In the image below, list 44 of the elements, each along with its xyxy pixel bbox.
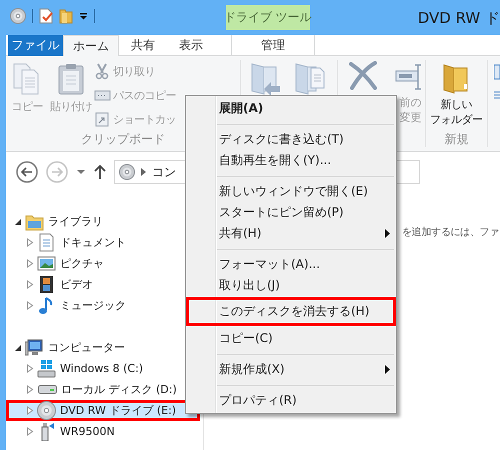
- shortcut-icon: [94, 110, 111, 128]
- ribbon-tab[interactable]: 表示: [167, 35, 215, 56]
- menu-item[interactable]: 取り出し(J): [186, 275, 396, 296]
- breadcrumb[interactable]: コン: [152, 164, 176, 180]
- disc-icon: [37, 401, 57, 420]
- window-title: DVD RW ド: [418, 9, 500, 28]
- disc-icon: [119, 164, 135, 180]
- forward-icon[interactable]: [46, 161, 68, 183]
- picture-icon: [37, 254, 57, 273]
- scissors-icon: [94, 62, 111, 80]
- menu-item[interactable]: ディスクに書き込む(T): [186, 129, 396, 150]
- windows-drive-icon: [37, 359, 57, 378]
- chevron-icon[interactable]: [141, 168, 146, 176]
- dropdown-icon[interactable]: [79, 12, 88, 20]
- group-label: 新規: [444, 131, 469, 147]
- list-icon[interactable]: [494, 90, 500, 100]
- hint-text: を追加するには、ファ: [402, 226, 500, 239]
- ribbon-button[interactable]: 新しい フォルダー: [426, 60, 486, 131]
- hard-drive-icon: [38, 385, 57, 394]
- menu-item[interactable]: 展開(A): [186, 98, 396, 119]
- rename-icon: [394, 62, 424, 92]
- computer-icon: [25, 338, 45, 357]
- folder-icon[interactable]: [59, 8, 73, 24]
- tree-item[interactable]: WR9500N: [6, 421, 200, 442]
- menu-item[interactable]: フォーマット(A)...: [186, 254, 396, 275]
- menu-item[interactable]: コピー(C): [186, 328, 396, 349]
- delete-icon[interactable]: [348, 60, 378, 90]
- expand-arrow-icon[interactable]: [14, 344, 22, 352]
- menu-item[interactable]: スタートにピン留め(P): [186, 202, 396, 223]
- disc-icon: [10, 8, 26, 24]
- menu-item[interactable]: 新しいウィンドウで開く(E): [186, 181, 396, 202]
- dropdown-icon[interactable]: [76, 169, 86, 175]
- group-label: クリップボード: [80, 131, 165, 147]
- ribbon-tab[interactable]: ファイル: [8, 35, 63, 56]
- tree-item[interactable]: DVD RW ドライブ (E:): [6, 400, 200, 421]
- menu-item[interactable]: 自動再生を開く(Y)...: [186, 150, 396, 171]
- folder-icon: [442, 62, 470, 94]
- up-arrow-icon[interactable]: [94, 164, 106, 180]
- back-icon[interactable]: [16, 161, 38, 183]
- ribbon-tab[interactable]: ホーム: [63, 35, 119, 56]
- properties-icon[interactable]: [39, 8, 53, 24]
- window-icon[interactable]: [494, 64, 500, 80]
- expand-arrow-icon[interactable]: [14, 218, 22, 226]
- ribbon-tab[interactable]: 共有: [119, 35, 167, 56]
